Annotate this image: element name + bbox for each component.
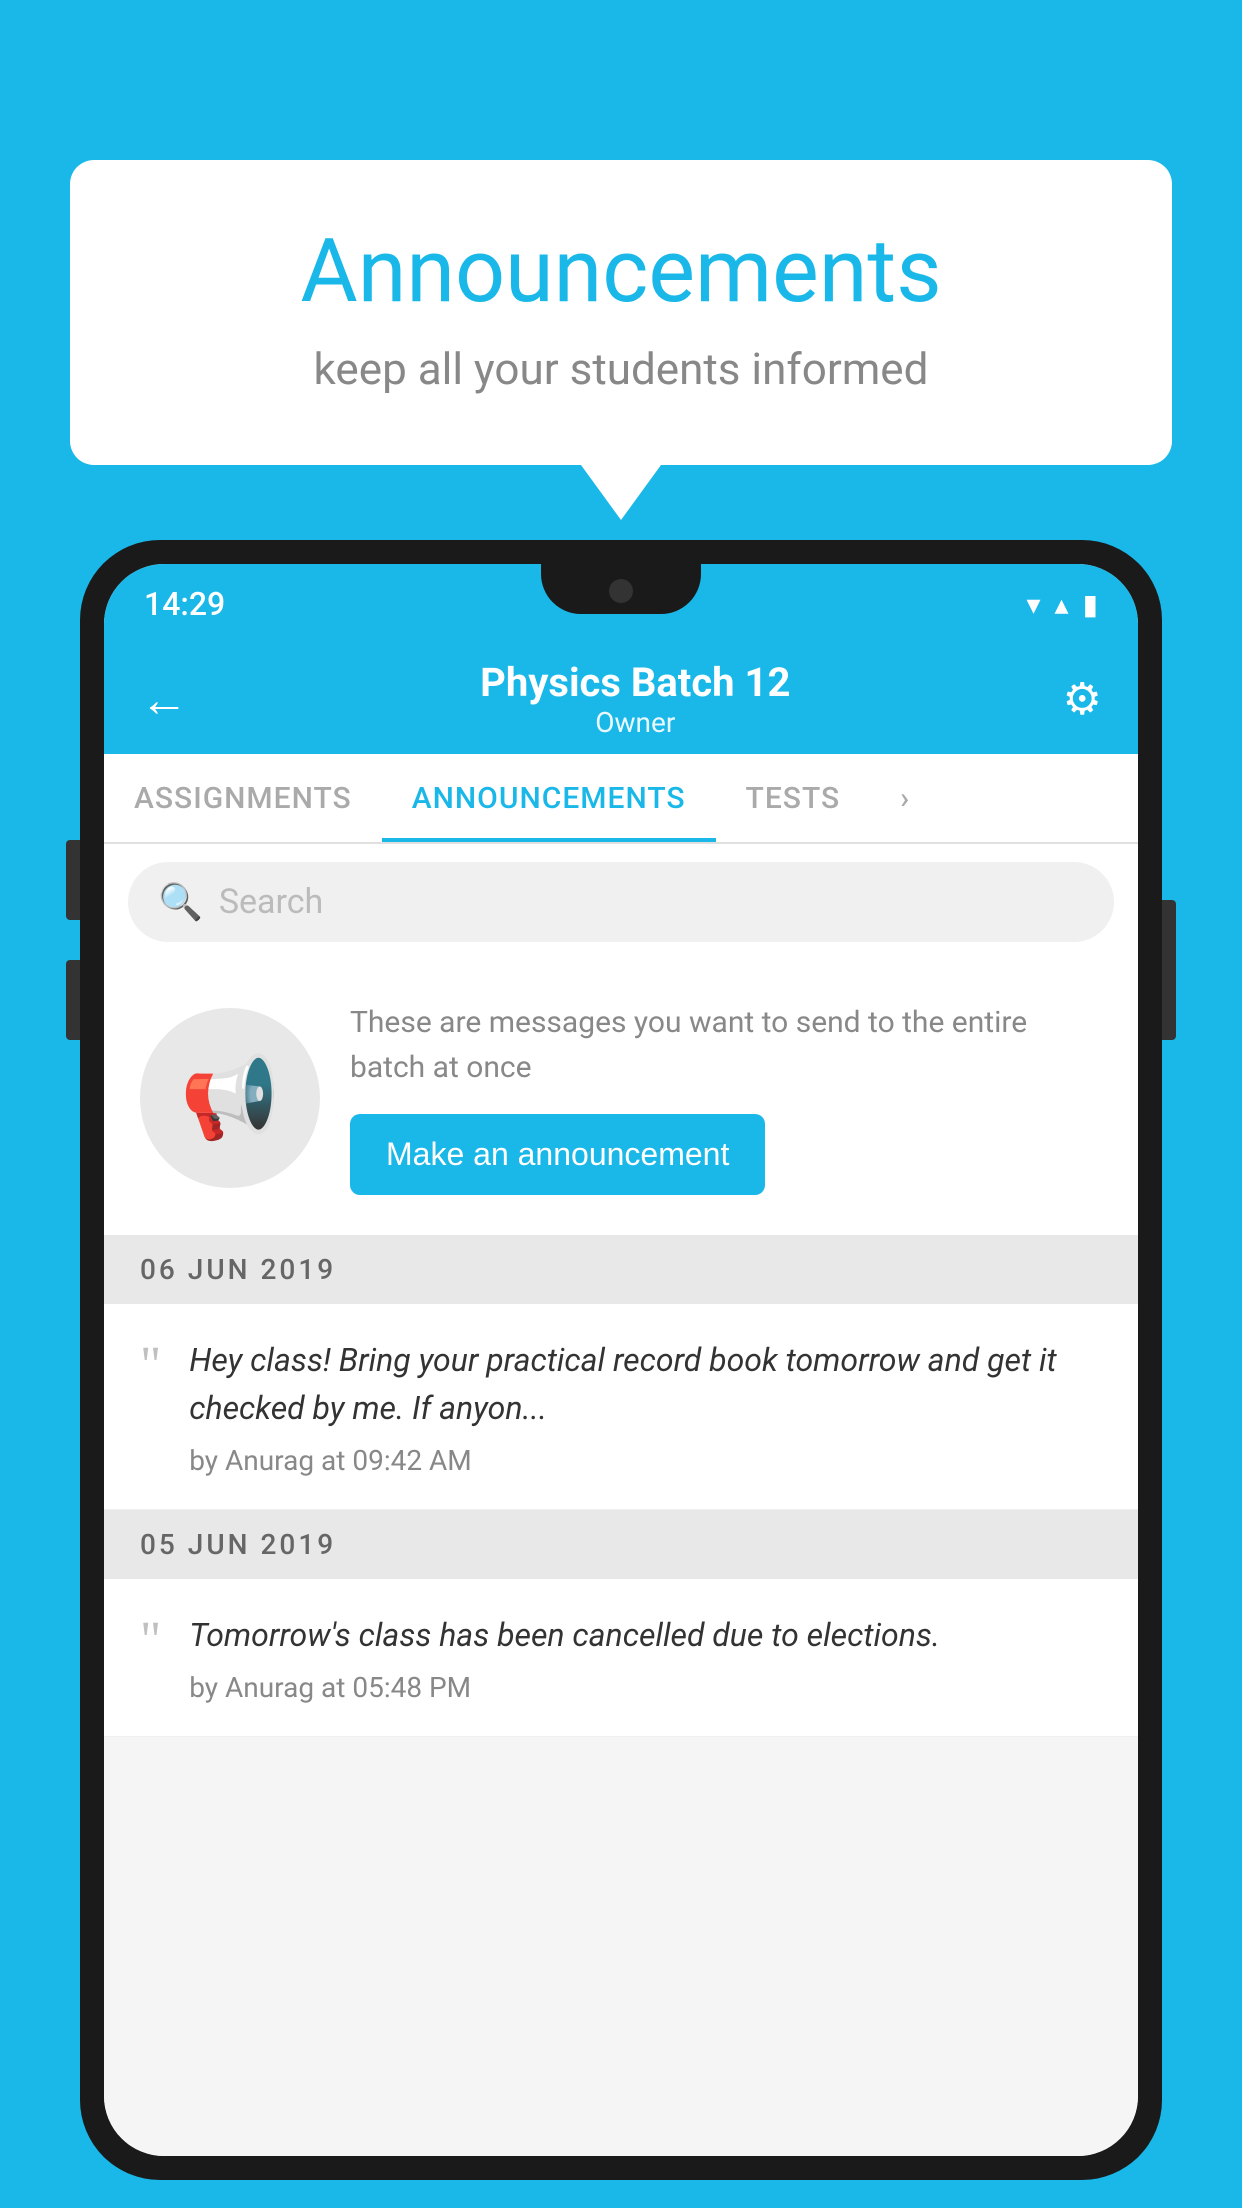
front-camera — [609, 579, 633, 603]
search-bar[interactable]: 🔍 Search — [128, 862, 1114, 942]
phone-screen: 14:29 ▾ ▴ ▮ ← Physics Batch 12 Owner ⚙ — [104, 564, 1138, 2156]
speech-bubble: Announcements keep all your students inf… — [70, 160, 1172, 465]
signal-icon: ▴ — [1055, 588, 1069, 621]
search-bar-container: 🔍 Search — [104, 844, 1138, 960]
quote-icon-2: " — [140, 1615, 161, 1667]
announcement-item-1[interactable]: " Hey class! Bring your practical record… — [104, 1304, 1138, 1510]
wifi-icon: ▾ — [1026, 588, 1040, 621]
make-announcement-button[interactable]: Make an announcement — [350, 1114, 765, 1195]
promo-box: 📢 These are messages you want to send to… — [104, 960, 1138, 1235]
tab-assignments[interactable]: ASSIGNMENTS — [104, 754, 382, 842]
notch — [541, 564, 701, 614]
phone-outer: 14:29 ▾ ▴ ▮ ← Physics Batch 12 Owner ⚙ — [80, 540, 1162, 2180]
toolbar-title: Physics Batch 12 — [208, 659, 1063, 706]
tab-tests[interactable]: TESTS — [716, 754, 871, 842]
quote-icon-1: " — [140, 1340, 161, 1392]
toolbar: ← Physics Batch 12 Owner ⚙ — [104, 644, 1138, 754]
speech-bubble-subtitle: keep all your students informed — [150, 343, 1092, 395]
search-input-placeholder[interactable]: Search — [219, 882, 323, 922]
phone-container: 14:29 ▾ ▴ ▮ ← Physics Batch 12 Owner ⚙ — [80, 540, 1162, 2208]
announcement-content-2: Tomorrow's class has been cancelled due … — [189, 1611, 1102, 1704]
volume-up-button[interactable] — [66, 840, 80, 920]
promo-description: These are messages you want to send to t… — [350, 1000, 1102, 1090]
announcement-author-1: by Anurag at 09:42 AM — [189, 1444, 1102, 1477]
megaphone-icon: 📢 — [180, 1051, 280, 1145]
toolbar-title-area: Physics Batch 12 Owner — [208, 659, 1063, 739]
speech-bubble-container: Announcements keep all your students inf… — [70, 160, 1172, 520]
power-button[interactable] — [1162, 900, 1176, 1040]
announcement-item-2[interactable]: " Tomorrow's class has been cancelled du… — [104, 1579, 1138, 1737]
tab-more[interactable]: › — [870, 754, 940, 842]
toolbar-subtitle: Owner — [208, 706, 1063, 739]
tab-announcements[interactable]: ANNOUNCEMENTS — [382, 754, 716, 842]
tabs-bar: ASSIGNMENTS ANNOUNCEMENTS TESTS › — [104, 754, 1138, 844]
speech-bubble-tail — [581, 465, 661, 520]
settings-icon[interactable]: ⚙ — [1063, 673, 1102, 725]
megaphone-circle: 📢 — [140, 1008, 320, 1188]
status-time: 14:29 — [144, 585, 225, 623]
promo-right: These are messages you want to send to t… — [350, 1000, 1102, 1195]
status-icons: ▾ ▴ ▮ — [1026, 588, 1098, 621]
date-separator-2: 05 JUN 2019 — [104, 1510, 1138, 1579]
content-area: 🔍 Search 📢 These are messages you want t… — [104, 844, 1138, 2156]
announcement-content-1: Hey class! Bring your practical record b… — [189, 1336, 1102, 1477]
back-button[interactable]: ← — [140, 671, 188, 728]
search-icon: 🔍 — [158, 881, 203, 923]
battery-icon: ▮ — [1083, 588, 1098, 621]
speech-bubble-title: Announcements — [150, 220, 1092, 323]
announcement-text-2: Tomorrow's class has been cancelled due … — [189, 1611, 1102, 1659]
volume-down-button[interactable] — [66, 960, 80, 1040]
announcement-author-2: by Anurag at 05:48 PM — [189, 1671, 1102, 1704]
announcement-text-1: Hey class! Bring your practical record b… — [189, 1336, 1102, 1432]
status-bar: 14:29 ▾ ▴ ▮ — [104, 564, 1138, 644]
date-separator-1: 06 JUN 2019 — [104, 1235, 1138, 1304]
